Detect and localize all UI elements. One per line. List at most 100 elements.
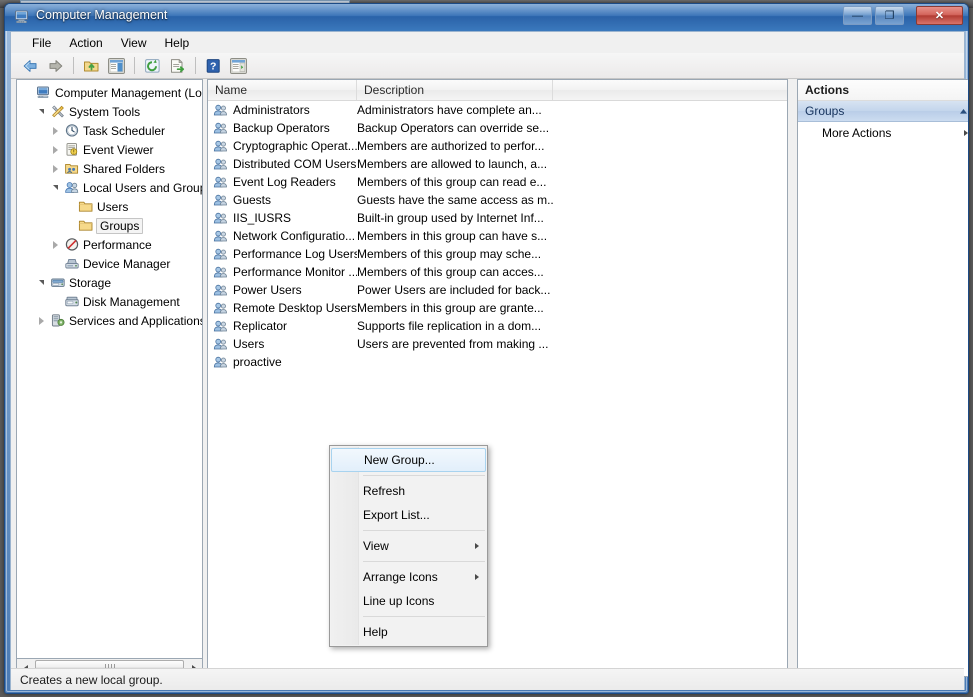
tree-node-disk-management[interactable]: Disk Management <box>17 292 202 311</box>
tree-node-event-viewer[interactable]: ! Event Viewer <box>17 140 202 159</box>
close-button[interactable]: ✕ <box>916 6 963 25</box>
device-manager-icon <box>63 256 80 272</box>
chevron-up-icon[interactable] <box>959 104 968 118</box>
group-icon <box>213 193 229 208</box>
table-row[interactable]: Guests Guests have the same access as m..… <box>208 191 787 209</box>
tree-node-computer-management-local[interactable]: Computer Management (Local <box>17 83 202 102</box>
tree-node-task-scheduler[interactable]: Task Scheduler <box>17 121 202 140</box>
up-folder-icon[interactable] <box>79 55 103 77</box>
context-menu-item-new-group[interactable]: New Group... <box>331 448 486 472</box>
column-header-name[interactable]: Name <box>208 80 357 100</box>
table-row[interactable]: Backup Operators Backup Operators can ove… <box>208 119 787 137</box>
expanded-twisty-icon[interactable] <box>34 109 49 114</box>
expanded-twisty-icon[interactable] <box>48 185 63 190</box>
export-list-icon[interactable] <box>165 55 189 77</box>
table-row[interactable]: Administrators Administrators have comple… <box>208 101 787 119</box>
table-row[interactable]: Replicator Supports file replication in a… <box>208 317 787 335</box>
tree-node-services-and-applications[interactable]: Services and Applications <box>17 311 202 330</box>
group-description-cell: Built-in group used by Internet Inf... <box>357 211 544 225</box>
table-row[interactable]: Remote Desktop Users Members in this grou… <box>208 299 787 317</box>
refresh-icon[interactable] <box>140 55 164 77</box>
groups-list: Administrators Administrators have comple… <box>208 101 787 371</box>
groups-list-pane[interactable]: Name Description Administrators Administr… <box>207 79 788 677</box>
actions-group-header[interactable]: Groups <box>798 101 968 122</box>
expanded-twisty-icon[interactable] <box>34 280 49 285</box>
help-icon[interactable]: ? <box>201 55 225 77</box>
context-menu-item-help[interactable]: Help <box>330 620 487 644</box>
computer-management-icon <box>14 9 30 25</box>
collapsed-twisty-icon[interactable] <box>48 164 63 173</box>
menu-action[interactable]: Action <box>60 34 111 52</box>
menu-help[interactable]: Help <box>156 34 199 52</box>
action-more-actions-label: More Actions <box>822 126 892 140</box>
table-row[interactable]: Power Users Power Users are included for … <box>208 281 787 299</box>
context-menu-item-view[interactable]: View <box>330 534 487 558</box>
console-tree-pane[interactable]: Computer Management (Local System Tools Ta… <box>16 79 203 659</box>
group-name-cell: Backup Operators <box>208 121 357 136</box>
tree-node-shared-folders[interactable]: Shared Folders <box>17 159 202 178</box>
table-row[interactable]: Performance Monitor ... Members of this g… <box>208 263 787 281</box>
back-icon[interactable] <box>18 55 42 77</box>
group-name-cell: IIS_IUSRS <box>208 211 357 226</box>
group-icon <box>213 121 229 136</box>
console-tree: Computer Management (Local System Tools Ta… <box>17 80 202 330</box>
table-row[interactable]: IIS_IUSRS Built-in group used by Internet… <box>208 209 787 227</box>
show-hide-action-pane-icon[interactable] <box>226 55 250 77</box>
chevron-right-icon <box>964 130 968 136</box>
menu-view[interactable]: View <box>112 34 156 52</box>
show-hide-console-tree-icon[interactable] <box>104 55 128 77</box>
status-bar-text: Creates a new local group. <box>20 672 163 687</box>
table-row[interactable]: proactive <box>208 353 787 371</box>
collapsed-twisty-icon[interactable] <box>48 126 63 135</box>
group-name-cell: Cryptographic Operat... <box>208 139 357 154</box>
collapsed-twisty-icon[interactable] <box>34 316 49 325</box>
tree-node-system-tools[interactable]: System Tools <box>17 102 202 121</box>
close-glyph: ✕ <box>934 10 945 22</box>
column-header-blank[interactable] <box>553 80 787 100</box>
collapsed-twisty-icon[interactable] <box>48 240 63 249</box>
tree-node-label: Event Viewer <box>83 142 154 157</box>
group-description-cell: Members of this group can read e... <box>357 175 547 189</box>
list-column-headers: Name Description <box>208 80 787 101</box>
action-more-actions[interactable]: More Actions <box>798 122 968 144</box>
tree-node-label: Local Users and Groups <box>83 180 203 195</box>
tree-node-storage[interactable]: Storage <box>17 273 202 292</box>
group-name-cell: Remote Desktop Users <box>208 301 357 316</box>
table-row[interactable]: Performance Log Users Members of this gro… <box>208 245 787 263</box>
title-bar[interactable]: Computer Management — ❐ ✕ <box>5 4 968 31</box>
tree-node-performance[interactable]: Performance <box>17 235 202 254</box>
context-menu-item-label: New Group... <box>364 453 435 467</box>
tree-node-device-manager[interactable]: Device Manager <box>17 254 202 273</box>
column-header-description[interactable]: Description <box>357 80 553 100</box>
collapsed-twisty-icon[interactable] <box>48 145 63 154</box>
submenu-arrow-icon <box>475 574 479 580</box>
table-row[interactable]: Users Users are prevented from making ... <box>208 335 787 353</box>
group-icon <box>213 103 229 118</box>
table-row[interactable]: Event Log Readers Members of this group c… <box>208 173 787 191</box>
context-menu-item-refresh[interactable]: Refresh <box>330 479 487 503</box>
group-icon <box>213 337 229 352</box>
group-icon <box>213 355 229 370</box>
computer-icon <box>35 85 52 101</box>
tree-node-local-users-and-groups[interactable]: Local Users and Groups <box>17 178 202 197</box>
minimize-button[interactable]: — <box>843 6 872 25</box>
table-row[interactable]: Cryptographic Operat... Members are autho… <box>208 137 787 155</box>
forward-icon[interactable] <box>43 55 67 77</box>
tree-node-users[interactable]: Users <box>17 197 202 216</box>
tree-node-label: System Tools <box>69 104 141 119</box>
maximize-button[interactable]: ❐ <box>875 6 904 25</box>
toolbar: ? <box>11 53 964 79</box>
table-row[interactable]: Network Configuratio... Members in this g… <box>208 227 787 245</box>
context-menu-item-export-list[interactable]: Export List... <box>330 503 487 527</box>
context-menu-item-line-up-icons[interactable]: Line up Icons <box>330 589 487 613</box>
group-description-cell: Members of this group may sche... <box>357 247 542 261</box>
tree-node-groups[interactable]: Groups <box>17 216 202 235</box>
table-row[interactable]: Distributed COM Users Members are allowed… <box>208 155 787 173</box>
menu-file[interactable]: File <box>23 34 60 52</box>
system-tools-icon <box>49 104 66 120</box>
folder-icon <box>77 218 94 234</box>
tree-node-label: Device Manager <box>83 256 171 271</box>
context-menu-separator <box>363 616 485 617</box>
context-menu-item-arrange-icons[interactable]: Arrange Icons <box>330 565 487 589</box>
toolbar-separator-2 <box>134 57 135 74</box>
